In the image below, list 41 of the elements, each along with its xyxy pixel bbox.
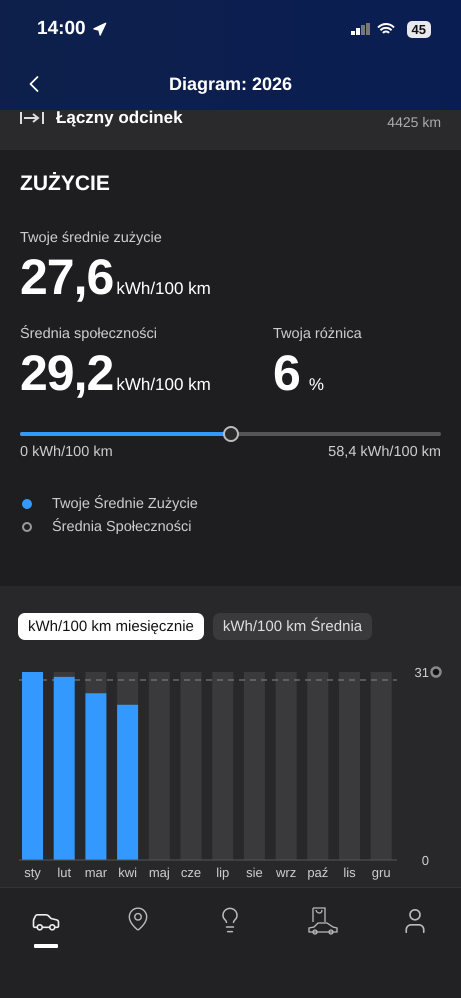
signal-icon — [350, 23, 371, 35]
month-label: lis — [343, 865, 356, 880]
row-value: 4425 km — [387, 114, 441, 130]
month-label: gru — [372, 865, 391, 880]
stat-unit: % — [308, 375, 324, 395]
stat-label: Twoja różnica — [273, 326, 363, 342]
month-label: mar — [84, 865, 108, 880]
chart-tab[interactable]: kWh/100 km miesięcznie — [18, 613, 204, 640]
stat-value: 6 — [273, 344, 300, 402]
month-label: cze — [180, 865, 202, 880]
community-marker-icon — [430, 666, 442, 678]
month-label: lip — [216, 865, 230, 880]
month-label: sty — [24, 865, 41, 880]
stat-label: Twoje średnie zużycie — [20, 230, 163, 246]
stat-unit: kWh/100 km — [116, 279, 211, 299]
legend-label: Średnia Społeczności — [52, 519, 192, 535]
scale-max-label: 58,4 kWh/100 km — [328, 444, 441, 460]
month-label: paź — [307, 865, 328, 880]
shopping-bag-car-icon — [306, 906, 339, 936]
scale-min-label: 0 kWh/100 km — [20, 444, 113, 460]
month-label: sie — [246, 865, 263, 880]
month-label: lut — [57, 865, 72, 880]
row-label: Łączny odcinek — [56, 108, 183, 128]
location-arrow-icon — [92, 22, 107, 36]
month-label: maj — [148, 865, 170, 880]
axis-tick: 31 — [414, 665, 429, 680]
axis-tick: 0 — [422, 853, 429, 868]
stat-value: 29,2 — [20, 344, 114, 402]
chart-tab[interactable]: kWh/100 km Średnia — [212, 613, 372, 640]
stat-value: 27,6 — [20, 248, 114, 306]
status-time: 14:00 — [37, 18, 86, 40]
distance-arrow-icon — [20, 112, 44, 124]
month-label: kwi — [118, 865, 137, 880]
stat-unit: kWh/100 km — [116, 375, 211, 395]
screen-title: Diagram: 2026 — [168, 74, 292, 94]
section-title: ZUŻYCIE — [20, 172, 111, 196]
month-label: wrz — [276, 865, 296, 880]
wifi-icon — [376, 22, 395, 36]
battery-level: 45 — [406, 20, 431, 38]
stat-label: Średnia społeczności — [20, 326, 158, 342]
legend-label: Twoje Średnie Zużycie — [52, 496, 198, 512]
